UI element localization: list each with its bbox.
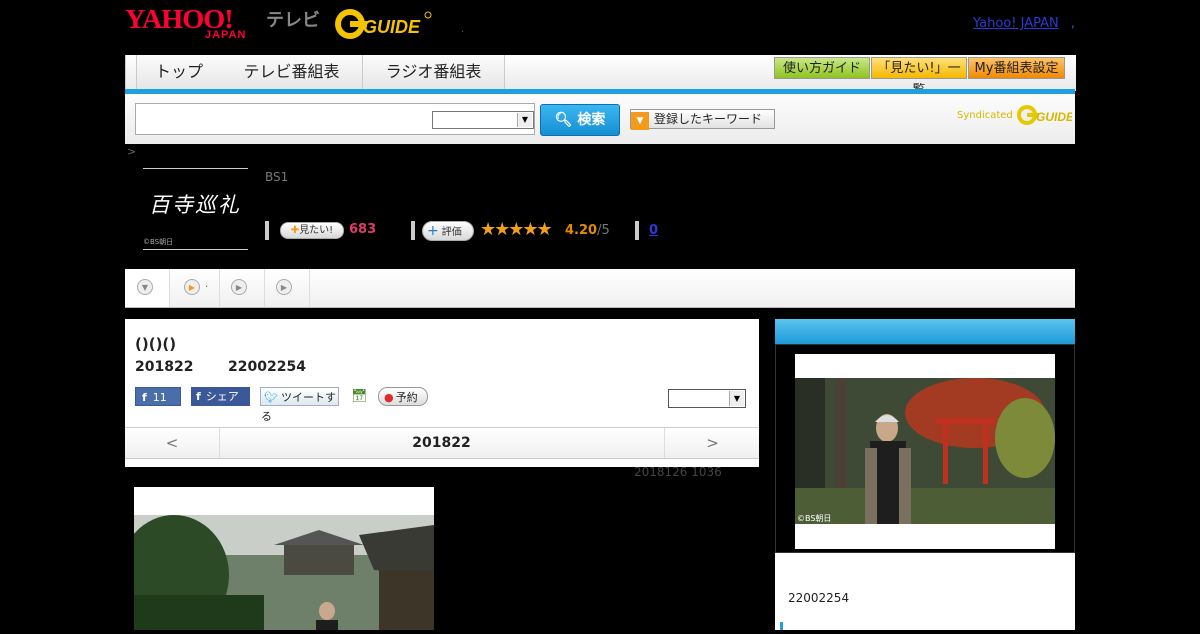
- right-panel-photo[interactable]: ©BS朝日: [795, 378, 1055, 524]
- facebook-like-count: 11: [152, 391, 167, 404]
- tab-3[interactable]: ▶: [220, 269, 265, 307]
- program-date: 201822: [135, 359, 194, 375]
- right-panel-accent: [780, 622, 783, 630]
- right-panel-time: 22002254: [788, 591, 850, 605]
- nav-tab-tv-listings[interactable]: テレビ番組表: [221, 55, 363, 89]
- host-in-forest-photo: ©BS朝日: [795, 378, 1055, 524]
- channel-name: BS1: [265, 170, 289, 184]
- program-title: ()()(): [135, 335, 177, 353]
- tab-2[interactable]: ▶.: [170, 269, 220, 307]
- yahoo-japan-logo[interactable]: YAHOO! JAPAN: [125, 6, 263, 42]
- want-to-watch-count: 683: [349, 222, 377, 237]
- divider: [635, 221, 639, 240]
- play-icon: ▶: [276, 279, 292, 295]
- rating-score: 4.20/5: [565, 223, 610, 238]
- calendar-add-icon[interactable]: 📅︎: [351, 387, 368, 406]
- review-count-link[interactable]: 0: [649, 223, 658, 238]
- search-icon: 🔍︎: [554, 112, 573, 128]
- updated-timestamp: 2018126 1036: [634, 465, 722, 479]
- reserve-button[interactable]: ● 予約: [378, 387, 428, 406]
- detail-select[interactable]: ▼: [668, 389, 746, 408]
- program-tabbar: ▼ ▶. ▶ ▶: [125, 269, 1075, 308]
- registered-keywords-button[interactable]: ▼ 登録したキーワード: [630, 109, 775, 130]
- rating-stars: ★★★★★: [480, 219, 553, 240]
- program-detail-panel: ()()() 201822 22002254 f 11 f シェア 🐦︎ ツイートする…: [125, 319, 759, 467]
- temple-photo-graphic: [119, 515, 434, 634]
- gguide-logo-graphic: GUIDE: [335, 9, 432, 39]
- breadcrumb[interactable]: >: [127, 145, 136, 158]
- gguide-logo-text: GUIDE: [363, 17, 421, 37]
- registered-keywords-label: 登録したキーワード: [654, 112, 763, 126]
- thumbnail-copyright: ©BS朝日: [143, 238, 174, 246]
- search-button-label: 検索: [577, 112, 606, 128]
- header-separator: .: [461, 24, 465, 35]
- japan-logo-text: JAPAN: [205, 29, 247, 41]
- tv-label[interactable]: テレビ: [266, 6, 320, 32]
- reserve-label: 予約: [395, 391, 418, 404]
- rating-score-value: 4.20: [565, 223, 598, 238]
- yahoo-logo-text: YAHOO!: [125, 4, 234, 34]
- tab-active[interactable]: ▼: [125, 269, 170, 307]
- syndicated-gguide-badge: Syndicated GUIDE: [957, 104, 1075, 126]
- main-program-image: [119, 487, 434, 634]
- gguide-small-logo: GUIDE: [1016, 105, 1075, 125]
- facebook-share-button[interactable]: f シェア: [191, 387, 250, 406]
- divider: [265, 221, 269, 240]
- facebook-share-label: シェア: [205, 390, 239, 403]
- chevron-down-icon: ▼: [729, 391, 744, 406]
- program-time: 22002254: [228, 359, 306, 375]
- facebook-icon: f: [196, 390, 201, 403]
- play-icon: ▶: [231, 279, 247, 295]
- play-icon: ▶: [184, 279, 200, 295]
- rate-button[interactable]: + 評価: [422, 221, 474, 241]
- header-separator-2: ,: [1071, 16, 1075, 30]
- global-nav: トップ テレビ番組表 ラジオ番組表 使い方ガイド 「見たい!」一覧 My番組表設…: [125, 55, 1076, 98]
- star-icons: ★★★★★: [480, 219, 553, 240]
- watchlist-button[interactable]: 「見たい!」一覧: [871, 57, 967, 98]
- search-button[interactable]: 🔍︎ 検索: [540, 104, 620, 136]
- plus-icon: ✚: [290, 225, 300, 236]
- rpanel-photo-copyright: ©BS朝日: [797, 514, 831, 523]
- facebook-icon: f: [142, 391, 147, 404]
- date-navigation: < 201822 >: [125, 427, 759, 459]
- tab-4[interactable]: ▶: [265, 269, 310, 307]
- search-area: ▼ 🔍︎ 検索 ▼ 登録したキーワード Syndicated GUIDE: [125, 94, 1075, 144]
- chevron-down-icon: ▼: [517, 113, 532, 127]
- nav-tab-radio-listings[interactable]: ラジオ番組表: [363, 55, 505, 89]
- gguide-small-logo-text: GUIDE: [1036, 110, 1072, 124]
- rate-label: 評価: [441, 227, 462, 238]
- current-date: 201822: [412, 435, 471, 451]
- tab-2-label: .: [205, 279, 209, 290]
- plus-icon: +: [427, 223, 439, 239]
- temple-photo: [119, 515, 434, 634]
- twitter-icon: 🐦︎: [264, 391, 278, 404]
- facebook-like-button[interactable]: f 11: [135, 387, 181, 406]
- program-thumbnail-title: 百寺巡礼: [149, 193, 241, 217]
- triangle-down-icon: ▼: [631, 112, 649, 130]
- program-thumbnail: 百寺巡礼 ©BS朝日: [143, 168, 248, 250]
- my-listing-settings-button[interactable]: My番組表設定: [968, 57, 1065, 79]
- search-scope-select[interactable]: ▼: [432, 111, 534, 129]
- syndicated-label: Syndicated: [957, 110, 1013, 121]
- usage-guide-button[interactable]: 使い方ガイド: [774, 57, 870, 79]
- next-date-button[interactable]: >: [664, 428, 760, 458]
- rating-score-max: /5: [597, 223, 610, 238]
- divider: [411, 221, 415, 240]
- record-icon: ●: [384, 391, 394, 404]
- chevron-down-icon: ▼: [137, 279, 153, 295]
- nav-tab-top[interactable]: トップ: [136, 55, 222, 89]
- tweet-button[interactable]: 🐦︎ ツイートする: [260, 387, 339, 423]
- right-panel-header: [775, 319, 1075, 344]
- yahoo-japan-link[interactable]: Yahoo! JAPAN: [973, 16, 1059, 31]
- want-to-watch-label: 見たい!: [299, 225, 334, 236]
- prev-date-button[interactable]: <: [125, 428, 220, 458]
- gguide-logo[interactable]: GUIDE: [333, 6, 433, 42]
- want-to-watch-button[interactable]: ✚見たい!: [280, 222, 344, 239]
